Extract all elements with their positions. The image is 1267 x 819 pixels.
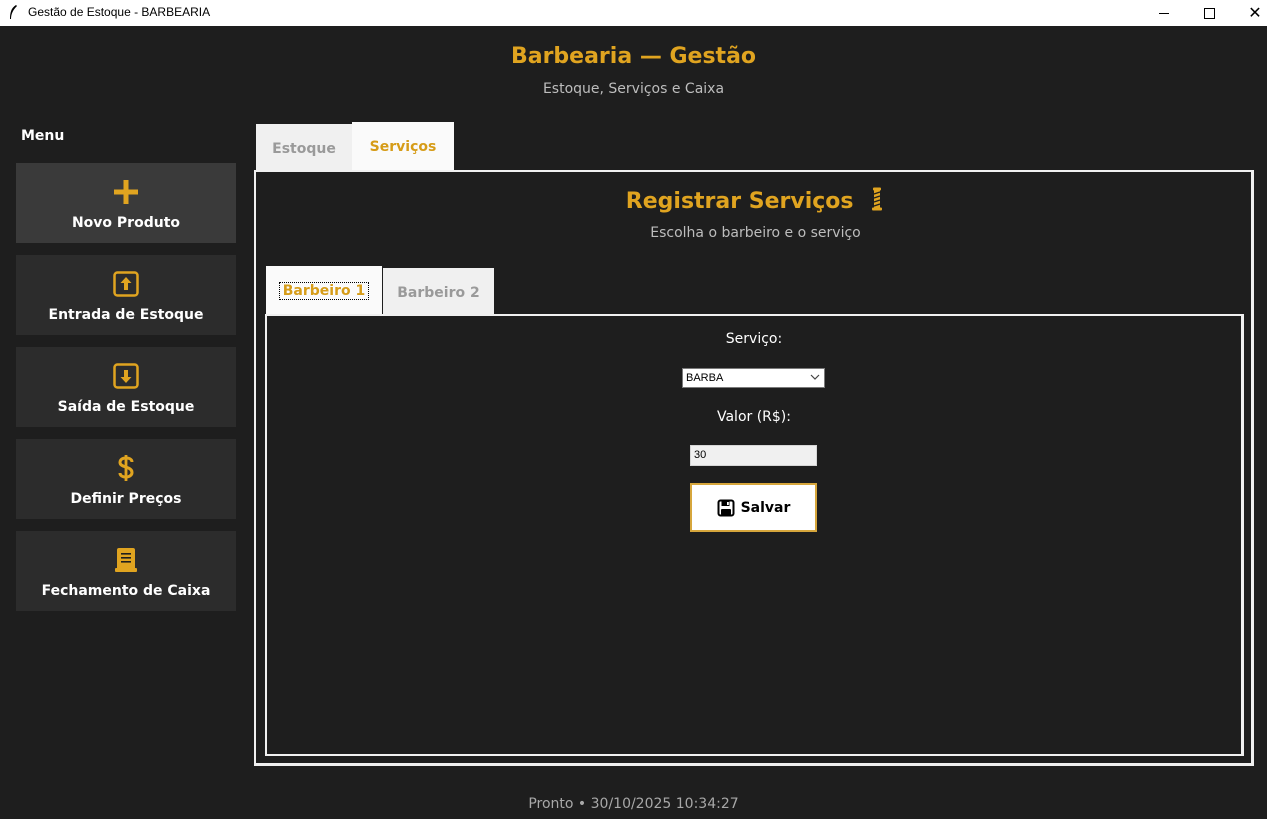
menu-item-label: Novo Produto [71, 215, 181, 231]
tab-barbeiro-2[interactable]: Barbeiro 2 [383, 268, 494, 315]
download-arrow-icon [16, 361, 236, 391]
chevron-down-icon [810, 372, 820, 385]
upload-arrow-icon [16, 269, 236, 299]
window-title: Gestão de Estoque - BARBEARIA [28, 5, 211, 19]
app-title: Barbearia — Gestão [510, 44, 757, 69]
services-subtitle: Escolha o barbeiro e o serviço [650, 225, 861, 241]
definir-precos-button[interactable]: Definir Preços [16, 439, 236, 519]
floppy-disk-icon [717, 499, 735, 517]
menu-item-label: Definir Preços [70, 491, 182, 507]
plus-icon [16, 177, 236, 207]
saida-estoque-button[interactable]: Saída de Estoque [16, 347, 236, 427]
maximize-icon [1203, 7, 1215, 19]
feather-icon [8, 5, 18, 22]
service-label: Serviço: [725, 331, 783, 347]
service-select-value: BARBA [686, 372, 724, 384]
menu-item-label: Fechamento de Caixa [41, 583, 211, 599]
close-icon: ✕ [1248, 3, 1262, 22]
menu-item-label: Entrada de Estoque [48, 307, 204, 323]
tab-estoque[interactable]: Estoque [256, 124, 352, 171]
service-select[interactable]: BARBA [682, 368, 825, 388]
save-button-label: Salvar [740, 499, 791, 516]
novo-produto-button[interactable]: Novo Produto [16, 163, 236, 243]
price-label: Valor (R$): [716, 409, 791, 425]
tab-servicos[interactable]: Serviços [352, 122, 454, 172]
entrada-estoque-button[interactable]: Entrada de Estoque [16, 255, 236, 335]
tab-barbeiro-1[interactable]: Barbeiro 1 [266, 266, 382, 315]
status-bar: Pronto • 30/10/2025 10:34:27 [528, 796, 739, 812]
minimize-icon [1159, 12, 1169, 14]
minimize-button[interactable] [1141, 0, 1187, 26]
services-heading: Registrar Serviços [254, 187, 1257, 217]
window-titlebar: Gestão de Estoque - BARBEARIA ✕ [0, 0, 1267, 26]
maximize-button[interactable] [1186, 0, 1232, 26]
dollar-icon [16, 453, 236, 483]
menu-heading: Menu [21, 128, 65, 144]
close-button[interactable]: ✕ [1232, 0, 1267, 26]
barber-pole-icon [869, 187, 885, 217]
services-title: Registrar Serviços [625, 189, 854, 214]
save-button[interactable]: Salvar [690, 483, 817, 532]
price-input[interactable]: 30 [690, 445, 817, 466]
app-subtitle: Estoque, Serviços e Caixa [542, 81, 725, 97]
menu-item-label: Saída de Estoque [57, 399, 195, 415]
tab-barbeiro-1-label: Barbeiro 1 [278, 282, 370, 300]
receipt-icon [16, 545, 236, 575]
fechamento-caixa-button[interactable]: Fechamento de Caixa [16, 531, 236, 611]
